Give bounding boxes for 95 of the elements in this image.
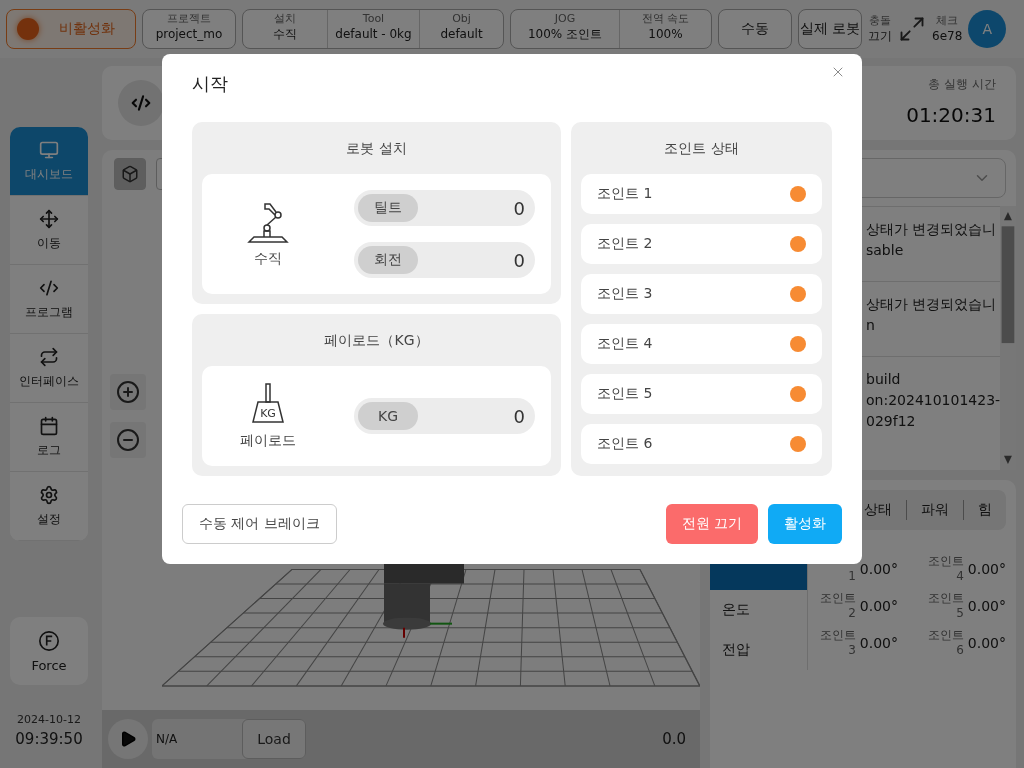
zoom-in-button[interactable] — [110, 374, 146, 410]
activate-button[interactable]: 활성화 — [768, 504, 842, 544]
status-tab[interactable]: 힘 — [963, 500, 1006, 520]
installation-label: Tool — [362, 12, 385, 26]
joint-value: 0.00° — [967, 597, 1006, 614]
runtime-value: 01:20:31 — [906, 103, 996, 127]
field-value: 0 — [513, 249, 525, 271]
joint-name: 조인트 1 — [597, 185, 653, 203]
log-text: on:202410101423- — [866, 391, 1001, 410]
joint-name: 조인트 2 — [597, 235, 653, 253]
panel-title: 로봇 설치 — [345, 139, 408, 158]
robot-button[interactable]: 실제 로봇 — [798, 9, 862, 49]
joint-label: 조인트 6 — [926, 627, 964, 658]
payload-caption: 페이로드 — [240, 432, 296, 450]
zoom-out-button[interactable] — [110, 422, 146, 458]
date-text: 2024-10-12 — [16, 713, 82, 726]
speed-value: 100% 조인트 — [527, 26, 603, 42]
status-dot-icon — [17, 18, 39, 40]
play-button[interactable] — [108, 719, 148, 759]
load-button[interactable]: Load — [242, 719, 306, 759]
joint-label: 조인트 5 — [926, 590, 964, 621]
log-text: 상태가 변경되었습니 — [866, 295, 998, 314]
field-label: 틸트 — [358, 194, 418, 222]
project-label: 프로젝트 — [167, 12, 211, 26]
installation-value: default — [440, 26, 483, 42]
joint-value: 0.00° — [967, 634, 1006, 651]
joint-label: 1 — [847, 567, 856, 584]
robot-arm-icon — [246, 200, 290, 244]
mode-button[interactable]: 수동 — [718, 9, 792, 49]
zoom-out-icon — [116, 428, 140, 452]
force-icon — [38, 629, 60, 652]
program-field[interactable]: N/A Load — [152, 719, 306, 759]
check-label: 체크 — [936, 14, 959, 28]
installation-panel[interactable]: 설치 수직 Tool default - 0kg Obj default — [242, 9, 504, 49]
user-avatar[interactable]: A — [968, 10, 1007, 48]
weight-field[interactable]: KG 0 — [354, 398, 535, 434]
speed-panel[interactable]: JOG 100% 조인트 전역 속도 100% — [510, 9, 712, 49]
cube-view-button[interactable] — [114, 158, 146, 190]
collision-value: 끄기 — [868, 28, 892, 44]
angle-field[interactable]: 회전 0 — [354, 242, 535, 278]
project-value: project_mo — [155, 26, 223, 42]
code-icon[interactable] — [118, 80, 164, 126]
project-panel[interactable]: 프로젝트 project_mo — [142, 9, 236, 49]
calendar-icon — [39, 415, 59, 436]
progress-value: 0.0 — [662, 730, 686, 748]
field-value: 0 — [513, 197, 525, 219]
field-label: KG — [358, 402, 418, 430]
log-text: build — [866, 370, 902, 389]
swap-icon — [39, 346, 59, 367]
speed-label: 전역 속도 — [641, 12, 690, 26]
status-tab[interactable]: 상태 — [850, 500, 906, 520]
collision-label: 충돌 — [869, 14, 891, 28]
panel-title: 페이로드（KG） — [323, 331, 430, 350]
log-text: sable — [866, 241, 905, 260]
fullscreen-icon[interactable] — [898, 15, 926, 43]
speed-label: JOG — [554, 12, 576, 26]
log-text: n — [866, 316, 876, 335]
nav-item[interactable]: 대시보드 — [10, 127, 88, 196]
joint-value: 0.00° — [967, 560, 1006, 577]
joint-name: 조인트 5 — [597, 385, 653, 403]
power-off-button[interactable]: 전원 끄기 — [665, 504, 758, 544]
joint-name: 조인트 3 — [597, 285, 653, 303]
check-value: 6e78 — [932, 28, 963, 44]
speed-value: 100% — [648, 26, 683, 42]
field-label: 회전 — [358, 246, 418, 274]
runtime-label: 총 실행 시간 — [928, 76, 996, 93]
gear-icon — [39, 484, 59, 505]
panel-title: 조인트 상태 — [663, 139, 740, 158]
joint-label: 조인트 4 — [926, 553, 964, 584]
installation-value: default - 0kg — [335, 26, 412, 42]
joint-value: 0.00° — [859, 634, 898, 651]
move-icon — [39, 208, 59, 229]
play-icon — [119, 730, 137, 748]
joint-value: 0.00° — [859, 597, 898, 614]
force-button[interactable]: Force — [10, 617, 88, 685]
angle-field[interactable]: 틸트 0 — [354, 190, 535, 226]
time-text: 09:39:50 — [14, 730, 84, 748]
joint-value: 0.00° — [859, 560, 898, 577]
log-text: 상태가 변경되었습니 — [866, 220, 998, 239]
field-value: 0 — [513, 405, 525, 427]
status-tab[interactable]: 파워 — [906, 500, 963, 520]
cube-icon — [121, 165, 139, 183]
dialog-title: 시작 — [192, 72, 229, 96]
monitor-icon — [39, 139, 59, 160]
zoom-in-icon — [116, 380, 140, 404]
joint-name: 조인트 6 — [597, 435, 653, 453]
joint-label: 조인트 3 — [818, 627, 856, 658]
log-text: 029f12 — [866, 412, 917, 431]
brake-button[interactable]: 수동 제어 브레이크 — [182, 504, 337, 544]
installation-label: Obj — [452, 12, 471, 26]
installation-value: 수직 — [273, 26, 297, 42]
mount-caption: 수직 — [254, 250, 282, 268]
joint-name: 조인트 4 — [597, 335, 653, 353]
installation-label: 설치 — [274, 12, 296, 26]
joint-label: 조인트 2 — [818, 590, 856, 621]
